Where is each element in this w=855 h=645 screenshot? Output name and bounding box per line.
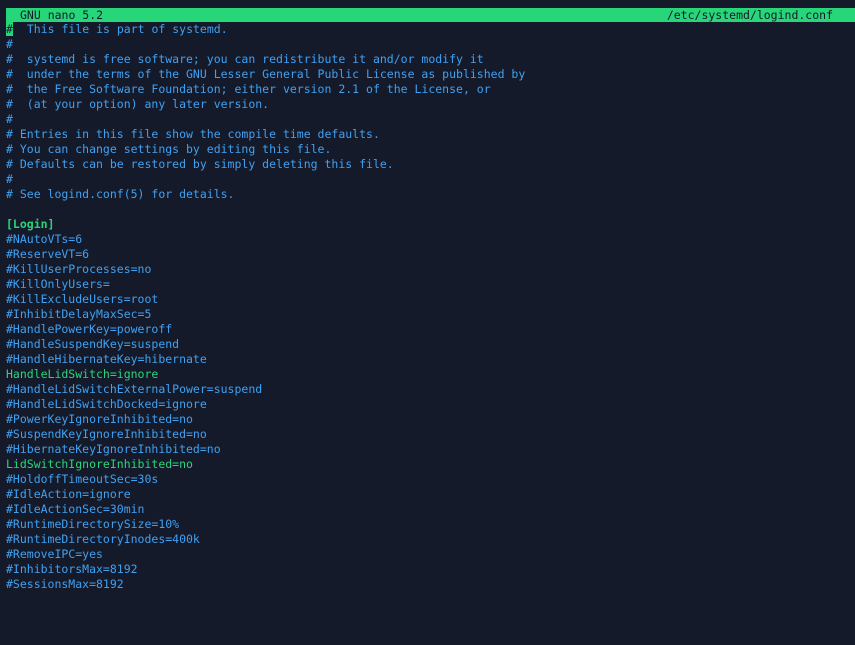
editor-line[interactable]: #RuntimeDirectorySize=10% bbox=[6, 517, 855, 532]
active-setting-line[interactable]: HandleLidSwitch=ignore bbox=[6, 367, 855, 382]
text-cursor: # bbox=[6, 22, 13, 36]
section-header[interactable]: [Login] bbox=[6, 217, 855, 232]
editor-line[interactable]: # the Free Software Foundation; either v… bbox=[6, 82, 855, 97]
active-setting-line[interactable]: LidSwitchIgnoreInhibited=no bbox=[6, 457, 855, 472]
editor-line[interactable]: #HandleLidSwitchDocked=ignore bbox=[6, 397, 855, 412]
editor-line[interactable]: # bbox=[6, 172, 855, 187]
editor-line[interactable]: #InhibitDelayMaxSec=5 bbox=[6, 307, 855, 322]
editor-line[interactable]: #HandleHibernateKey=hibernate bbox=[6, 352, 855, 367]
editor-line[interactable]: # under the terms of the GNU Lesser Gene… bbox=[6, 67, 855, 82]
editor-line[interactable]: #HoldoffTimeoutSec=30s bbox=[6, 472, 855, 487]
editor-line[interactable]: #ReserveVT=6 bbox=[6, 247, 855, 262]
editor-line[interactable]: #HandleLidSwitchExternalPower=suspend bbox=[6, 382, 855, 397]
editor-line[interactable]: #IdleAction=ignore bbox=[6, 487, 855, 502]
editor-line[interactable]: #InhibitorsMax=8192 bbox=[6, 562, 855, 577]
editor-line[interactable]: # systemd is free software; you can redi… bbox=[6, 52, 855, 67]
editor-line[interactable]: # Defaults can be restored by simply del… bbox=[6, 157, 855, 172]
editor-line[interactable]: #KillOnlyUsers= bbox=[6, 277, 855, 292]
editor-line[interactable]: # (at your option) any later version. bbox=[6, 97, 855, 112]
editor-line[interactable]: #IdleActionSec=30min bbox=[6, 502, 855, 517]
editor-line-1-text: This file is part of systemd. bbox=[13, 22, 228, 36]
editor-line[interactable]: #HandleSuspendKey=suspend bbox=[6, 337, 855, 352]
editor-line[interactable]: #RuntimeDirectoryInodes=400k bbox=[6, 532, 855, 547]
editor-line-1[interactable]: # This file is part of systemd. bbox=[6, 22, 855, 37]
app-title: GNU nano 5.2 bbox=[20, 8, 104, 22]
editor-text-area[interactable]: # This file is part of systemd. # # syste… bbox=[6, 22, 855, 622]
editor-line[interactable]: #NAutoVTs=6 bbox=[6, 232, 855, 247]
editor-line[interactable]: #KillUserProcesses=no bbox=[6, 262, 855, 277]
editor-line[interactable]: # Entries in this file show the compile … bbox=[6, 127, 855, 142]
editor-line[interactable]: # bbox=[6, 112, 855, 127]
editor-line[interactable]: # bbox=[6, 37, 855, 52]
nano-title-bar: GNU nano 5.2 /etc/systemd/logind.conf bbox=[6, 8, 855, 22]
editor-line[interactable]: # See logind.conf(5) for details. bbox=[6, 187, 855, 202]
file-path: /etc/systemd/logind.conf bbox=[666, 8, 833, 22]
editor-line[interactable] bbox=[6, 202, 855, 217]
editor-line[interactable]: #SuspendKeyIgnoreInhibited=no bbox=[6, 427, 855, 442]
editor-line[interactable]: #HandlePowerKey=poweroff bbox=[6, 322, 855, 337]
editor-line[interactable]: #RemoveIPC=yes bbox=[6, 547, 855, 562]
editor-line[interactable]: # You can change settings by editing thi… bbox=[6, 142, 855, 157]
editor-line[interactable]: #HibernateKeyIgnoreInhibited=no bbox=[6, 442, 855, 457]
editor-line[interactable]: #KillExcludeUsers=root bbox=[6, 292, 855, 307]
editor-line[interactable]: #SessionsMax=8192 bbox=[6, 577, 855, 592]
editor-line[interactable]: #PowerKeyIgnoreInhibited=no bbox=[6, 412, 855, 427]
